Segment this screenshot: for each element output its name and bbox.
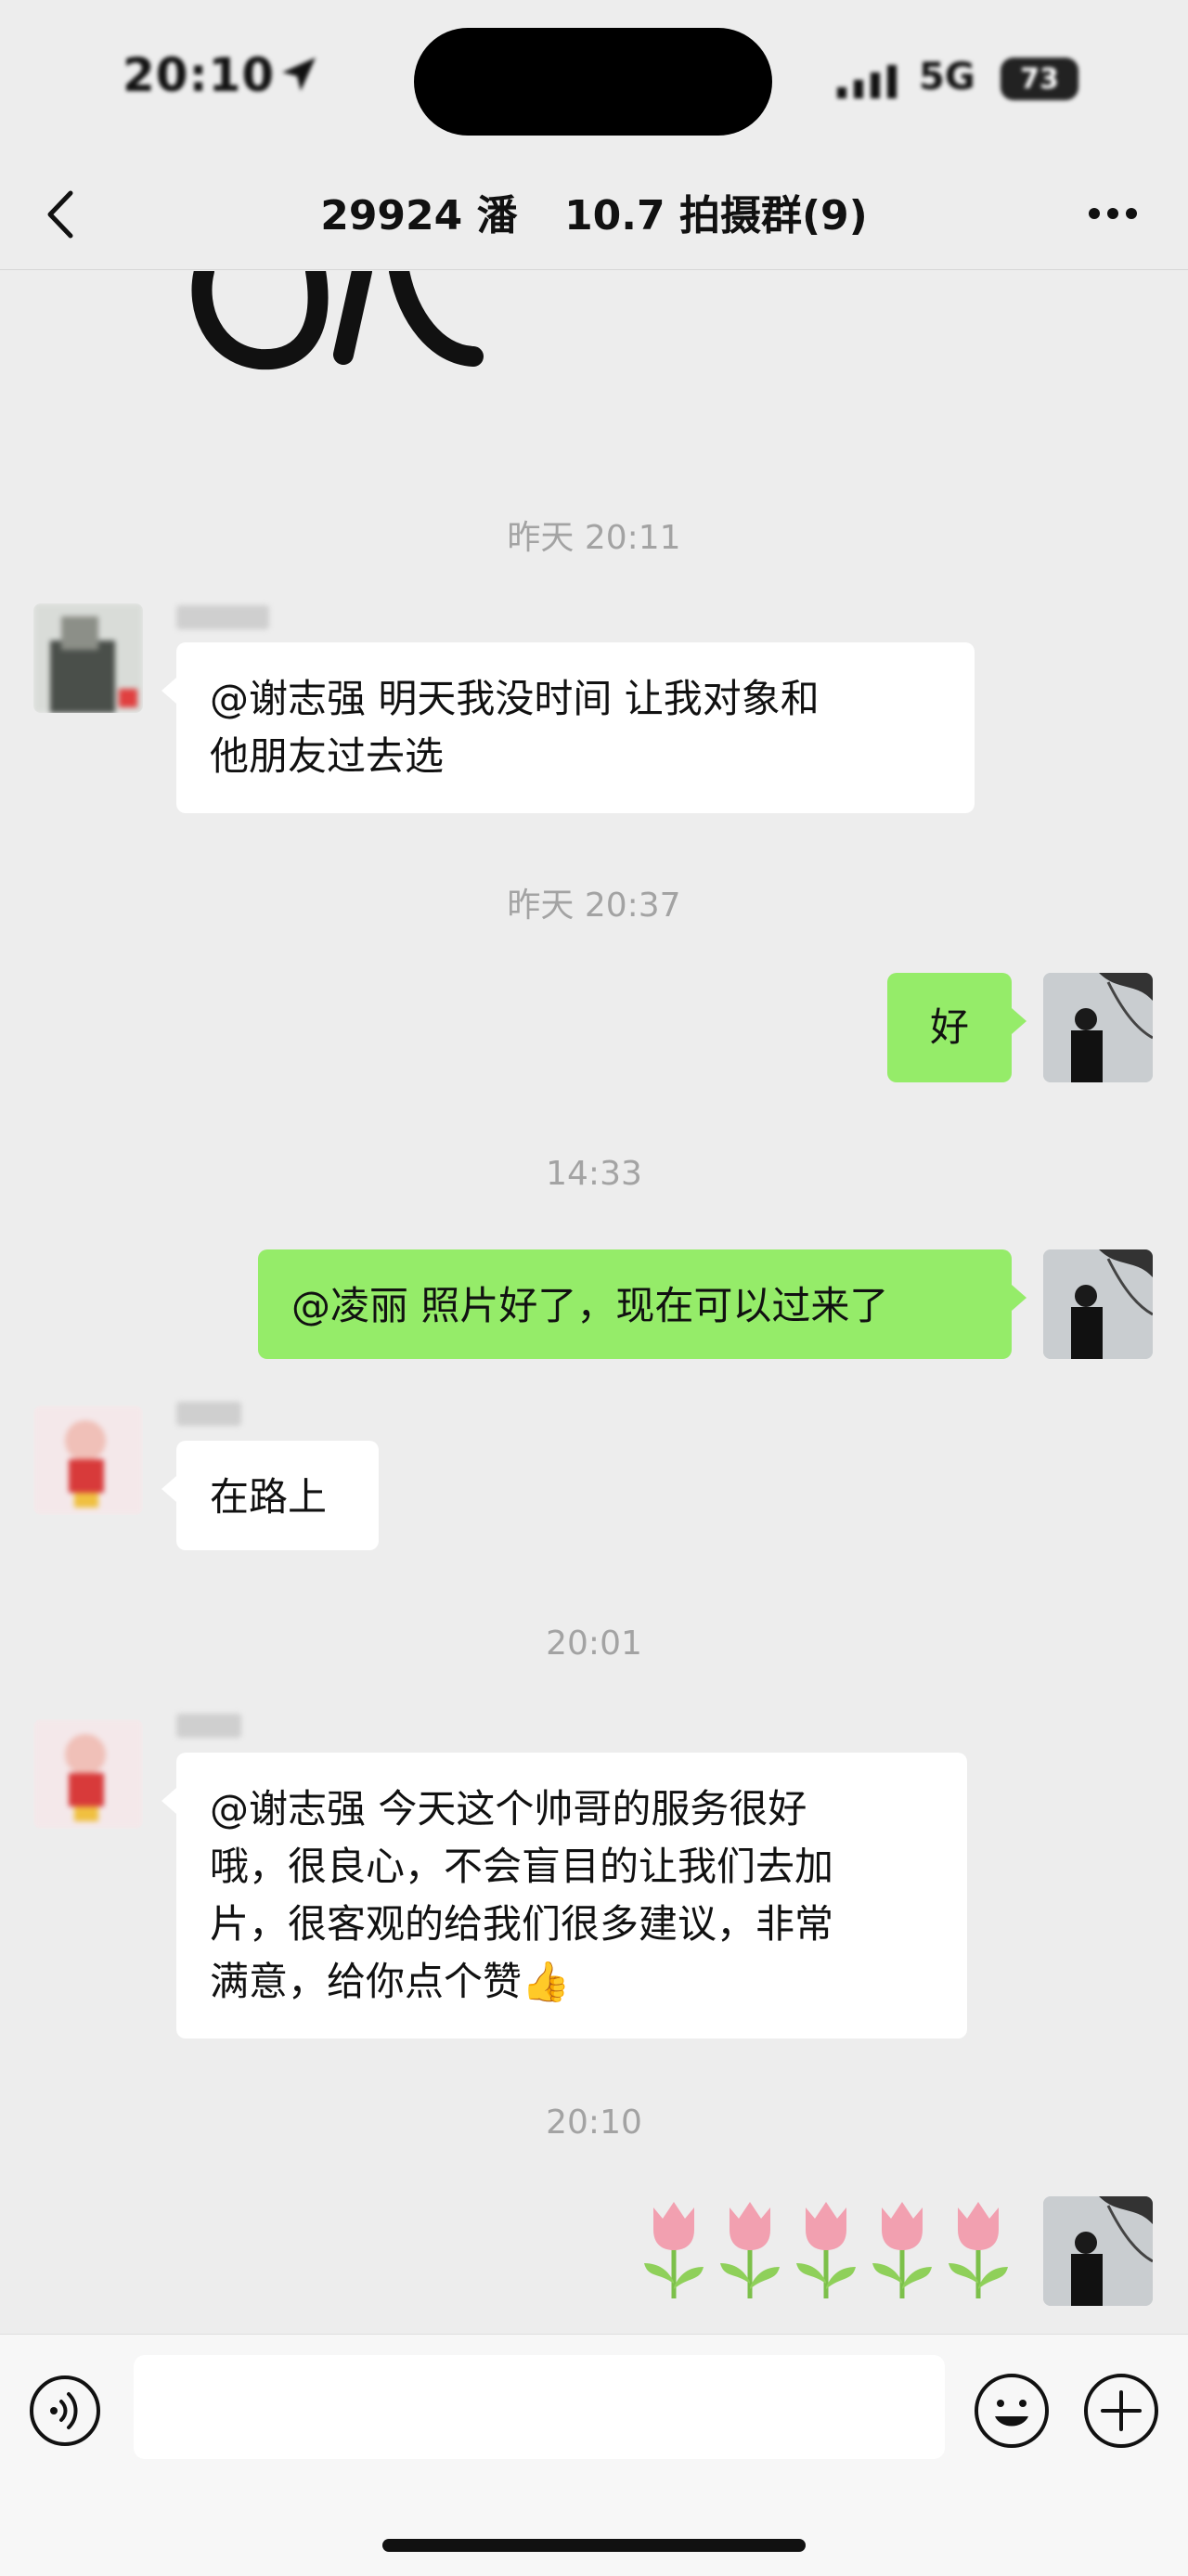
emoji-icon[interactable] — [973, 2372, 1051, 2450]
message-bubble-sent[interactable]: @凌丽 照片好了，现在可以过来了 — [258, 1249, 1027, 1359]
sender-avatar[interactable] — [33, 603, 143, 713]
message-timestamp: 20:01 — [546, 1625, 642, 1663]
my-avatar[interactable] — [1043, 973, 1153, 1082]
status-time: 20:10 — [123, 48, 276, 102]
sender-avatar[interactable] — [33, 1719, 143, 1829]
message-timestamp: 20:10 — [546, 2104, 642, 2142]
tulip-icon — [796, 2202, 856, 2298]
home-indicator[interactable] — [382, 2539, 806, 2552]
message-bubble-received[interactable]: @谢志强 明天我没时间 让我对象和 他朋友过去选 — [161, 642, 975, 813]
add-icon[interactable] — [1082, 2372, 1160, 2450]
chat-input-bar — [0, 2334, 1188, 2576]
status-bar: 20:10 5G 73 — [0, 0, 1188, 158]
sender-avatar[interactable] — [33, 1405, 143, 1515]
message-timestamp: 昨天 20:11 — [507, 519, 681, 557]
my-avatar[interactable] — [1043, 1249, 1153, 1359]
message-bubble-received[interactable]: @谢志强 今天这个帅哥的服务很好 哦，很良心，不会盲目的让我们去加 片，很客观的… — [161, 1753, 967, 2039]
tulip-icon — [949, 2202, 1008, 2298]
voice-input-icon[interactable] — [28, 2374, 102, 2448]
chat-title: 29924 潘 10.7 拍摄群(9) — [320, 192, 868, 239]
location-arrow-icon — [282, 58, 316, 91]
message-bubble-sent[interactable]: 好 — [887, 973, 1027, 1082]
dynamic-island — [414, 28, 772, 136]
partial-image-message[interactable] — [186, 271, 492, 373]
chat-nav-bar: 29924 潘 10.7 拍摄群(9) — [0, 158, 1188, 270]
tulip-icon — [720, 2202, 780, 2298]
message-timestamp: 14:33 — [546, 1155, 642, 1193]
message-bubble-received[interactable]: 在路上 — [161, 1441, 379, 1550]
my-avatar[interactable] — [1043, 2196, 1153, 2306]
tulip-icon — [872, 2202, 932, 2298]
sender-name — [176, 1402, 241, 1426]
signal-icon — [837, 65, 897, 98]
tulip-icon — [644, 2202, 704, 2298]
battery-icon: 73 — [1001, 58, 1078, 100]
network-label: 5G — [919, 56, 975, 98]
sender-name — [176, 605, 269, 629]
message-timestamp: 昨天 20:37 — [507, 887, 681, 925]
message-input[interactable] — [134, 2355, 945, 2459]
sender-name — [176, 1714, 241, 1738]
tulip-emoji-message[interactable] — [640, 2198, 1012, 2300]
more-options-icon[interactable] — [1080, 186, 1145, 241]
